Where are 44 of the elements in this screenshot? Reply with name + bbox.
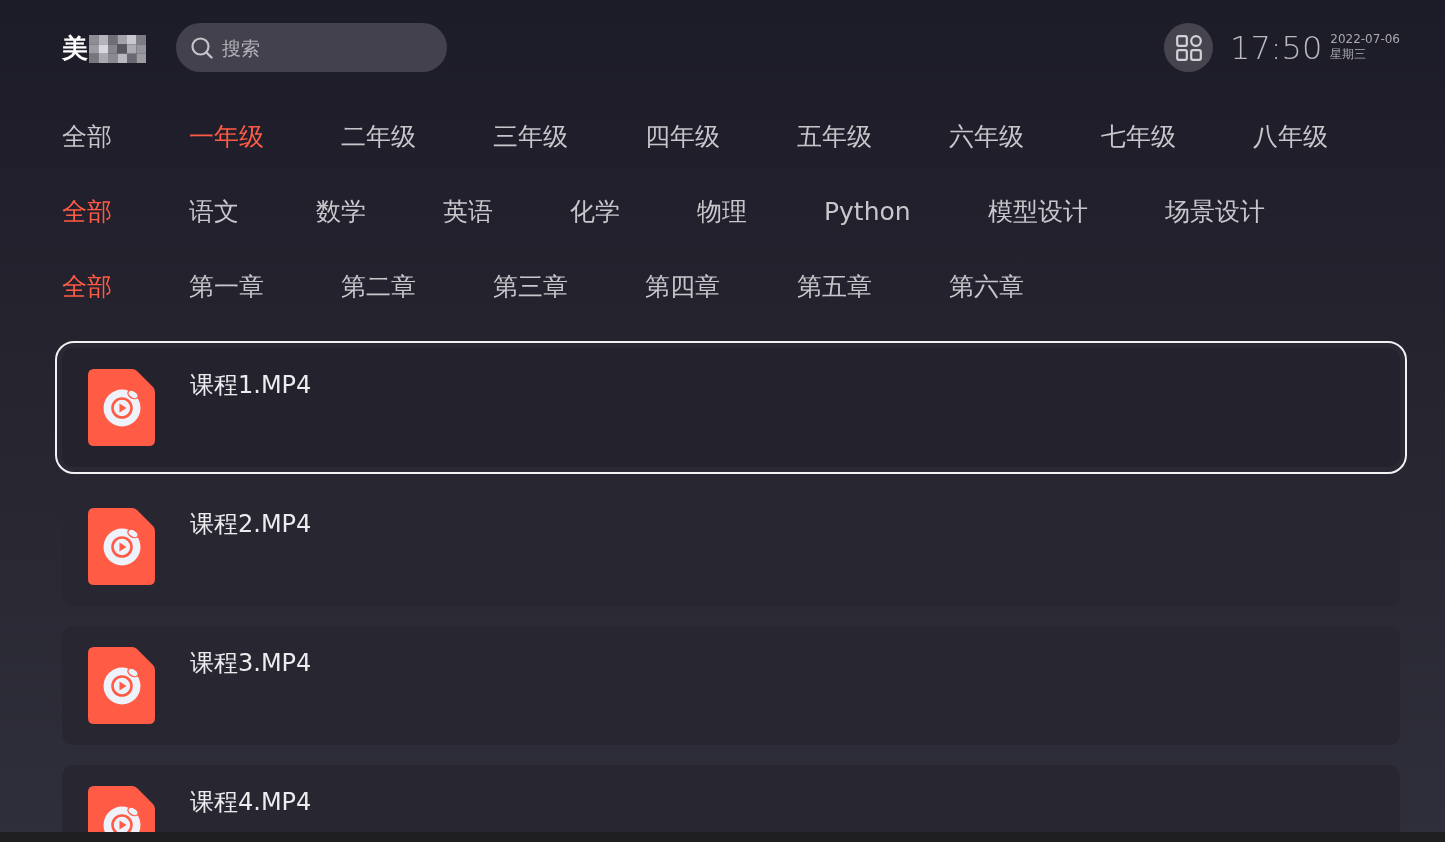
filter-tab[interactable]: 四年级 [645, 120, 720, 154]
filter-tab[interactable]: 三年级 [493, 120, 568, 154]
filter-tab[interactable]: 八年级 [1253, 120, 1328, 154]
filter-tab[interactable]: 物理 [697, 195, 747, 229]
filter-tab[interactable]: 六年级 [949, 120, 1024, 154]
course-title: 课程1.MP4 [190, 370, 312, 401]
grid-icon [1175, 34, 1202, 61]
filter-tab[interactable]: 七年级 [1101, 120, 1176, 154]
filter-tab[interactable]: 第二章 [341, 270, 416, 304]
course-title: 课程4.MP4 [190, 787, 312, 818]
filter-tab[interactable]: 全部 [62, 195, 112, 229]
filter-tab[interactable]: Python [824, 195, 911, 229]
clock-time: 17:50 [1230, 28, 1323, 67]
filter-tab[interactable]: 第四章 [645, 270, 720, 304]
course-card[interactable]: 课程3.MP4 [62, 626, 1400, 745]
video-file-icon [88, 647, 155, 724]
apps-button[interactable] [1164, 23, 1214, 72]
course-card[interactable]: 课程4.MP4 [62, 765, 1400, 832]
logo-text: 美 [62, 32, 88, 63]
video-file-icon [88, 508, 155, 585]
filter-tab[interactable]: 第五章 [797, 270, 872, 304]
filter-tab[interactable]: 数学 [316, 195, 366, 229]
mosaic-icon [89, 34, 146, 63]
clock-weekday: 星期三 [1330, 47, 1368, 62]
filter-tab[interactable]: 语文 [189, 195, 239, 229]
course-card[interactable]: 课程1.MP4 [55, 341, 1407, 474]
filter-tab[interactable]: 二年级 [341, 120, 416, 154]
filter-tab[interactable]: 化学 [570, 195, 620, 229]
video-file-icon [88, 369, 155, 446]
clock-date: 2022-07-06 [1330, 32, 1400, 47]
filter-tab[interactable]: 英语 [443, 195, 493, 229]
filter-tab[interactable]: 全部 [62, 120, 112, 154]
filter-tab[interactable]: 第三章 [493, 270, 568, 304]
filter-tab[interactable]: 场景设计 [1164, 195, 1265, 229]
filter-tab[interactable]: 一年级 [189, 120, 264, 154]
filter-tab[interactable]: 模型设计 [987, 195, 1088, 229]
search-icon [191, 37, 213, 59]
filter-tab[interactable]: 全部 [62, 270, 112, 304]
filter-tab[interactable]: 第六章 [949, 270, 1024, 304]
filter-tab[interactable]: 第一章 [189, 270, 264, 304]
course-title: 课程3.MP4 [190, 648, 312, 679]
search-field[interactable]: 搜索 [176, 23, 447, 72]
filter-tab[interactable]: 五年级 [797, 120, 872, 154]
course-title: 课程2.MP4 [190, 509, 312, 540]
